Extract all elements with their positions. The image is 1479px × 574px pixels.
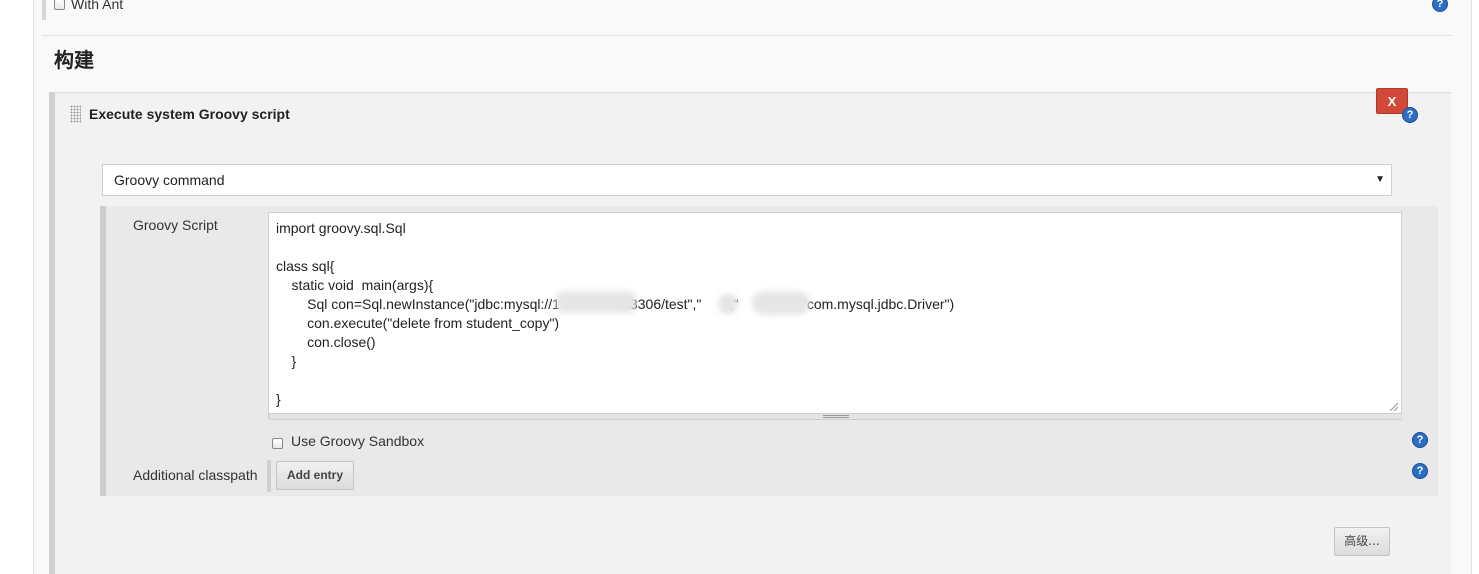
with-ant-checkbox[interactable] [54,0,65,10]
additional-classpath-label: Additional classpath [133,467,258,483]
groovy-script-textarea[interactable]: import groovy.sql.Sql class sql{ static … [268,212,1402,414]
redacted-user-blur [718,294,738,314]
section-divider [42,35,1452,36]
redacted-password-blur [752,291,810,315]
textarea-height-resizer[interactable] [270,414,1402,420]
dropdown-caret-icon: ▼ [1375,174,1385,185]
classpath-left-border [267,460,271,492]
with-ant-label: With Ant [71,0,124,12]
section-title: 构建 [54,48,94,72]
build-step-title: Execute system Groovy script [89,106,290,122]
use-groovy-sandbox-checkbox[interactable] [272,437,283,449]
add-entry-button[interactable]: Add entry [276,461,354,490]
help-icon[interactable]: ? [1412,463,1428,479]
groovy-mode-select[interactable]: Groovy command ▼ [102,164,1392,196]
groovy-mode-selected-value: Groovy command [114,172,225,188]
with-ant-option[interactable]: With Ant [54,0,123,12]
advanced-button[interactable]: 高级... [1334,527,1390,556]
previous-step-container [42,0,1456,20]
help-icon[interactable]: ? [1402,107,1418,123]
use-groovy-sandbox-label: Use Groovy Sandbox [291,433,425,449]
help-icon[interactable]: ? [1412,432,1428,448]
drag-handle-icon[interactable] [70,105,81,123]
redacted-host-blur [556,291,636,313]
use-groovy-sandbox-option[interactable]: Use Groovy Sandbox [272,433,424,449]
textarea-resize-grip-icon[interactable] [1390,403,1398,411]
groovy-script-label: Groovy Script [133,217,218,233]
resizer-grip-icon [823,415,849,418]
